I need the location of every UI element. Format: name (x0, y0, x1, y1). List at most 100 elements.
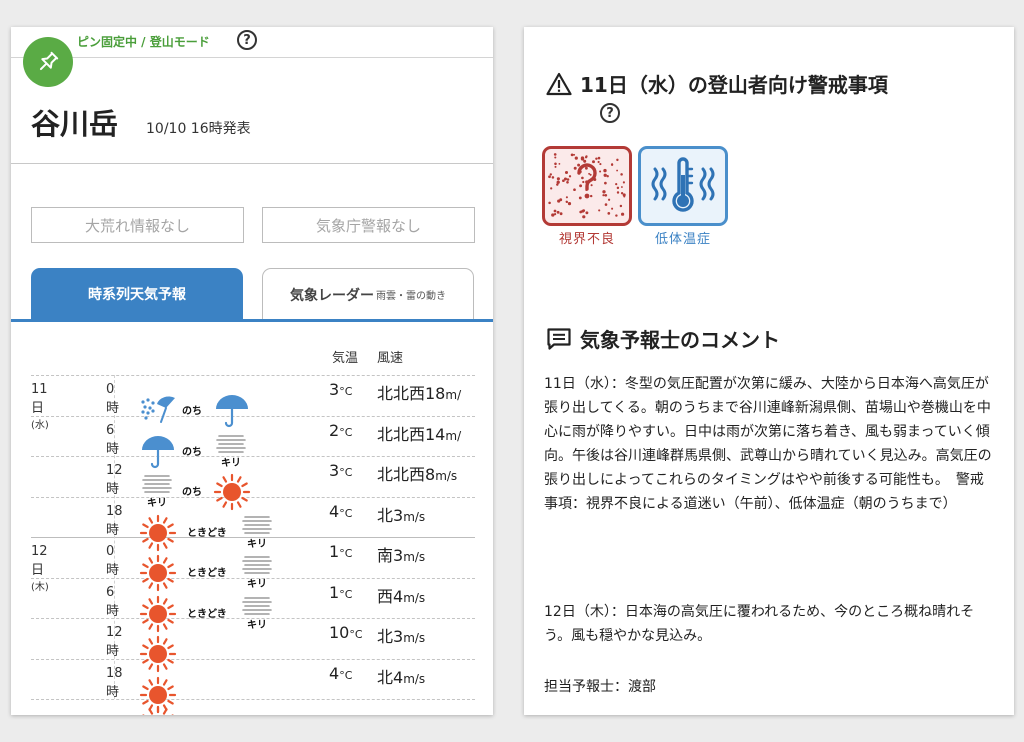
temp-unit: °C (339, 426, 353, 439)
comment-day1: 11日（水）：冬型の気圧配置が次第に緩み、大陸から日本海へ高気圧が張り出してくる… (544, 376, 992, 512)
sun-icon (213, 473, 251, 511)
sun-icon (139, 514, 177, 552)
fog-label: キリ (247, 539, 267, 550)
weather-cell: キリ のち (139, 473, 289, 513)
temp-unit: °C (339, 669, 353, 682)
mountain-name: 谷川岳 (31, 107, 119, 141)
sun-icon (139, 635, 177, 673)
tab-weather-radar[interactable]: 気象レーダー 雨雲・雷の動き (262, 268, 474, 320)
row-time: 6時 (106, 585, 120, 619)
row-wind: 南3m/s (377, 542, 425, 566)
temp-unit: °C (339, 466, 353, 479)
temp-unit: °C (339, 588, 353, 601)
fog-icon: キリ (239, 514, 277, 552)
fog-icon: キリ (139, 473, 177, 511)
temp-value: 1 (329, 542, 340, 561)
wind-value: 北3 (377, 627, 404, 646)
weather-connector: ときどき (187, 609, 227, 620)
hazard-label: 低体温症 (654, 232, 711, 247)
row-temp: 2°C (329, 421, 352, 440)
wind-unit: m/s (403, 550, 426, 564)
comment-heading: 気象予報士のコメント (546, 324, 780, 353)
temp-value: 4 (329, 502, 340, 521)
weather-cell (139, 705, 289, 715)
wind-value: 北北西8 (377, 465, 436, 484)
pin-button[interactable] (23, 37, 73, 87)
row-temp: 1°C (329, 583, 352, 602)
temp-value: 3 (329, 380, 340, 399)
row-temp: 3°C (329, 461, 352, 480)
wind-value: 西4 (377, 587, 404, 606)
weather-connector: ときどき (187, 528, 227, 539)
divider (11, 163, 493, 164)
weather-connector: のち (182, 447, 202, 458)
wind-unit: m/ (445, 388, 462, 402)
wind-unit: m/s (403, 672, 426, 686)
weather-cell: のち キリ (139, 433, 289, 473)
fog-label: キリ (247, 620, 267, 631)
row-wind: 北3m/s (377, 502, 425, 526)
temp-unit: °C (339, 547, 353, 560)
row-wind: 北北西14m/ (377, 421, 461, 445)
comment-title: 気象予報士のコメント (580, 328, 780, 352)
fog-icon: キリ (239, 595, 277, 633)
temp-value: 4 (329, 664, 340, 683)
row-wind: 北4m/s (377, 664, 425, 688)
forecast-panel: ピン固定中 / 登山モード ? 谷川岳 10/10 16時発表 大荒れ情報なし … (11, 27, 493, 715)
row-temp: 4°C (329, 502, 352, 521)
row-temp: 1°C (329, 542, 352, 561)
warning-title: 11日（水）の登山者向け警戒事項 (580, 73, 888, 97)
row-wind: 西4m/s (377, 583, 425, 607)
row-date: 11日 (水) (31, 382, 49, 432)
wind-unit: m/ (445, 429, 462, 443)
row-time: 0時 (106, 544, 120, 578)
storm-info-box: 大荒れ情報なし (31, 207, 244, 243)
grid-line (31, 375, 475, 376)
fog-icon: キリ (213, 433, 251, 471)
row-date: 12日 (木) (31, 544, 49, 594)
tab-sublabel: 雨雲・雷の動き (376, 291, 446, 302)
row-time: 0時 (106, 382, 120, 416)
tab-time-series[interactable]: 時系列天気予報 (31, 268, 243, 320)
warning-triangle-icon (546, 72, 572, 95)
row-temp: 4°C (329, 664, 352, 683)
sun-icon (139, 705, 177, 715)
tab-label: 時系列天気予報 (88, 287, 186, 303)
help-icon[interactable]: ? (237, 30, 257, 50)
date-weekday: (木) (31, 582, 49, 593)
row-time: 12時 (106, 625, 123, 659)
temp-value: 10 (329, 623, 350, 642)
wind-unit: m/s (403, 510, 426, 524)
help-icon[interactable]: ? (600, 103, 620, 123)
tab-underline (11, 319, 493, 322)
warning-heading: 11日（水）の登山者向け警戒事項 (546, 69, 888, 98)
temp-unit: °C (349, 628, 363, 641)
comment-day2: 12日（木）：日本海の高気圧に覆われるため、今のところ概ね晴れそう。風も穏やかな… (544, 604, 975, 644)
fog-label: キリ (247, 579, 267, 590)
row-wind: 北北西18m/ (377, 380, 461, 404)
snow-rain-icon (139, 392, 177, 430)
comment-icon (547, 327, 571, 350)
weather-cell: のち (139, 392, 289, 432)
wind-value: 北4 (377, 668, 404, 687)
pin-mode-bar: ピン固定中 / 登山モード ? (11, 27, 493, 58)
pin-mode-label: ピン固定中 / 登山モード (77, 35, 210, 49)
row-temp: 10°C (329, 623, 363, 642)
forecaster-name: 担当予報士：渡部 (544, 679, 656, 695)
umbrella-icon (213, 392, 251, 430)
weather-cell: ときどき キリ (139, 595, 289, 635)
pushpin-icon (39, 51, 59, 71)
date-weekday: (水) (31, 420, 49, 431)
hazard-label: 視界不良 (558, 232, 615, 247)
temp-value: 3 (329, 461, 340, 480)
poor-visibility-icon (542, 146, 632, 226)
wind-unit: m/s (403, 631, 426, 645)
wind-value: 北3 (377, 506, 404, 525)
hypothermia-icon (638, 146, 728, 226)
umbrella-icon (139, 433, 177, 471)
weather-connector: のち (182, 406, 202, 417)
temp-value: 2 (329, 421, 340, 440)
weather-connector: のち (182, 487, 202, 498)
temp-unit: °C (339, 507, 353, 520)
temp-value: 1 (329, 583, 340, 602)
